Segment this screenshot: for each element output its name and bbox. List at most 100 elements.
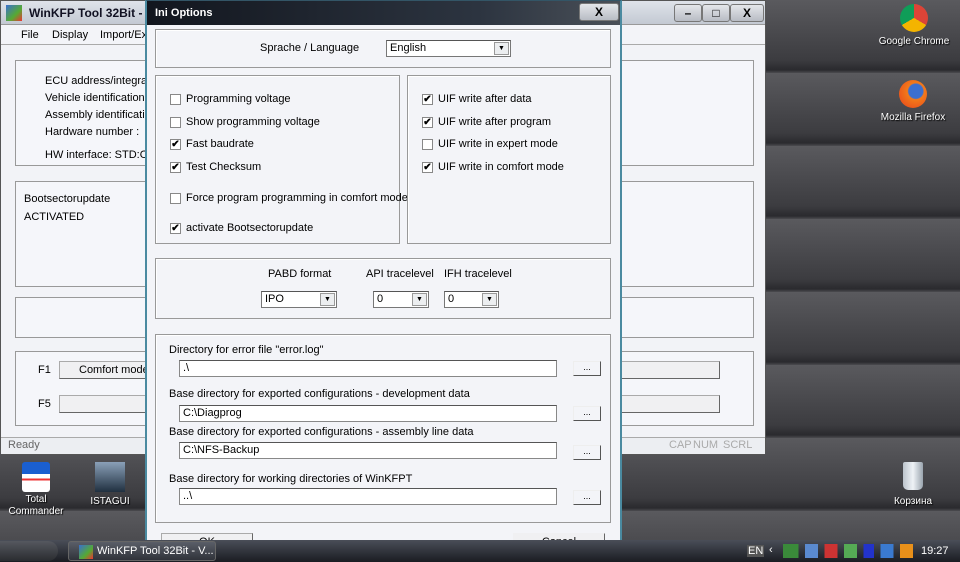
- directories-group: Directory for error file "error.log" .\ …: [155, 334, 611, 523]
- main-close-button[interactable]: X: [730, 4, 764, 22]
- uif-expert-mode-checkbox[interactable]: [422, 139, 433, 150]
- api-tracelevel-value: 0: [377, 293, 384, 305]
- dialog-title-bar[interactable]: Ini Options X: [147, 1, 620, 25]
- uif-after-data-label: UIF write after data: [438, 93, 532, 105]
- dev-dir-label: Base directory for exported configuratio…: [169, 388, 470, 400]
- start-button[interactable]: [0, 541, 58, 561]
- assembly-dir-browse-button[interactable]: ...: [573, 445, 601, 460]
- firefox-icon: [899, 80, 927, 108]
- show-programming-voltage-checkbox[interactable]: [170, 117, 181, 128]
- tray-icons[interactable]: [783, 544, 913, 558]
- scrl-indicator: SCRL: [723, 439, 753, 451]
- uif-after-data-checkbox[interactable]: ✔: [422, 94, 433, 105]
- language-label: Sprache / Language: [260, 42, 360, 54]
- desktop-icon-firefox[interactable]: Mozilla Firefox: [873, 80, 953, 123]
- dev-dir-browse-button[interactable]: ...: [573, 406, 601, 421]
- activate-bootsectorupdate-label: activate Bootsectorupdate: [186, 222, 314, 234]
- menu-file[interactable]: File: [21, 29, 39, 41]
- taskbar: WinKFP Tool 32Bit - V... EN ‹ 19:27: [0, 540, 960, 562]
- fast-baudrate-label: Fast baudrate: [186, 138, 254, 150]
- desktop-icon-recycle-bin[interactable]: Корзина: [873, 462, 953, 507]
- pabd-format-value: IPO: [265, 293, 284, 305]
- test-checksum-label: Test Checksum: [186, 161, 262, 173]
- uif-comfort-mode-label: UIF write in comfort mode: [438, 161, 564, 173]
- istagui-icon: [95, 462, 125, 492]
- uif-expert-mode-label: UIF write in expert mode: [438, 138, 558, 150]
- bootsector-status: ACTIVATED: [24, 211, 85, 223]
- vin-label: Vehicle identification n: [45, 92, 154, 104]
- app-icon: [6, 5, 22, 21]
- bootsector-label: Bootsectorupdate: [24, 193, 111, 205]
- dropdown-arrow-icon: ▼: [494, 42, 509, 55]
- desktop-icon-total-commander[interactable]: Total Commander: [0, 462, 76, 518]
- tray-expand-icon[interactable]: ‹: [769, 544, 773, 556]
- programming-voltage-label: Programming voltage: [186, 93, 291, 105]
- cap-indicator: CAP: [669, 439, 692, 451]
- activate-bootsectorupdate-checkbox[interactable]: ✔: [170, 223, 181, 234]
- language-value: English: [390, 42, 427, 54]
- hw-interface-label: HW interface: STD:O: [45, 149, 149, 161]
- programming-voltage-checkbox[interactable]: [170, 94, 181, 105]
- uif-after-program-label: UIF write after program: [438, 116, 552, 128]
- taskbar-winkfp-button[interactable]: WinKFP Tool 32Bit - V...: [68, 541, 216, 561]
- show-programming-voltage-label: Show programming voltage: [186, 116, 320, 128]
- chrome-label: Google Chrome: [878, 36, 950, 47]
- istagui-label: ISTAGUI: [90, 496, 130, 507]
- assembly-dir-label: Base directory for exported configuratio…: [169, 426, 474, 438]
- hardware-number-label: Hardware number :: [45, 126, 140, 138]
- ifh-tracelevel-label: IFH tracelevel: [444, 268, 512, 280]
- language-indicator[interactable]: EN: [747, 545, 765, 557]
- desktop-icon-chrome[interactable]: Google Chrome: [874, 4, 954, 47]
- ini-options-dialog: Ini Options X Sprache / Language English…: [145, 0, 622, 555]
- uif-comfort-mode-checkbox[interactable]: ✔: [422, 162, 433, 173]
- ifh-tracelevel-value: 0: [448, 293, 455, 305]
- language-select[interactable]: English ▼: [386, 40, 511, 57]
- ecu-address-label: ECU address/integratio: [45, 75, 159, 87]
- main-minimize-button[interactable]: –: [674, 4, 702, 22]
- recycle-bin-label: Корзина: [893, 496, 933, 507]
- total-commander-label: Total Commander: [8, 494, 64, 517]
- language-group: Sprache / Language English ▼: [155, 29, 611, 68]
- firefox-label: Mozilla Firefox: [880, 112, 946, 123]
- pabd-format-label: PABD format: [268, 268, 332, 280]
- dropdown-arrow-icon: ▼: [412, 293, 427, 306]
- options-group-left: Programming voltage Show programming vol…: [155, 75, 408, 244]
- dialog-close-button[interactable]: X: [579, 3, 619, 21]
- uif-after-program-checkbox[interactable]: ✔: [422, 117, 433, 128]
- floppy-icon: [22, 462, 50, 492]
- working-dir-label: Base directory for working directories o…: [169, 473, 413, 485]
- dropdown-arrow-icon: ▼: [482, 293, 497, 306]
- chrome-icon: [900, 4, 928, 32]
- dev-dir-input[interactable]: C:\Diagprog: [179, 405, 557, 422]
- options-group-right: ✔ UIF write after data ✔ UIF write after p…: [407, 75, 611, 244]
- ifh-tracelevel-select[interactable]: 0 ▼: [444, 291, 499, 308]
- f5-key-label: F5: [38, 398, 51, 410]
- recycle-bin-icon: [903, 462, 923, 490]
- error-dir-browse-button[interactable]: ...: [573, 361, 601, 376]
- assembly-dir-input[interactable]: C:\NFS-Backup: [179, 442, 557, 459]
- dropdown-arrow-icon: ▼: [320, 293, 335, 306]
- error-dir-label: Directory for error file "error.log": [169, 344, 324, 356]
- force-program-checkbox[interactable]: [170, 193, 181, 204]
- menu-display[interactable]: Display: [52, 29, 88, 41]
- working-dir-input[interactable]: ..\: [179, 488, 557, 505]
- f1-key-label: F1: [38, 364, 51, 376]
- num-indicator: NUM: [693, 439, 719, 451]
- error-dir-input[interactable]: .\: [179, 360, 557, 377]
- test-checksum-checkbox[interactable]: ✔: [170, 162, 181, 173]
- fast-baudrate-checkbox[interactable]: ✔: [170, 139, 181, 150]
- dialog-title: Ini Options: [155, 7, 213, 19]
- main-title: WinKFP Tool 32Bit - Ve: [29, 6, 160, 20]
- desktop-icon-istagui[interactable]: ISTAGUI: [70, 462, 150, 507]
- trace-group: PABD format API tracelevel IFH traceleve…: [155, 258, 611, 319]
- main-maximize-button[interactable]: □: [702, 4, 730, 22]
- force-program-label: Force program programming in comfort mod…: [186, 192, 408, 204]
- api-tracelevel-select[interactable]: 0 ▼: [373, 291, 429, 308]
- clock[interactable]: 19:27: [921, 545, 949, 557]
- working-dir-browse-button[interactable]: ...: [573, 490, 601, 505]
- status-text: Ready: [8, 439, 40, 451]
- pabd-format-select[interactable]: IPO ▼: [261, 291, 337, 308]
- menu-import-export[interactable]: Import/Ex: [100, 29, 147, 41]
- winkfp-icon: [79, 545, 93, 559]
- taskbar-winkfp-label: WinKFP Tool 32Bit - V...: [97, 545, 214, 557]
